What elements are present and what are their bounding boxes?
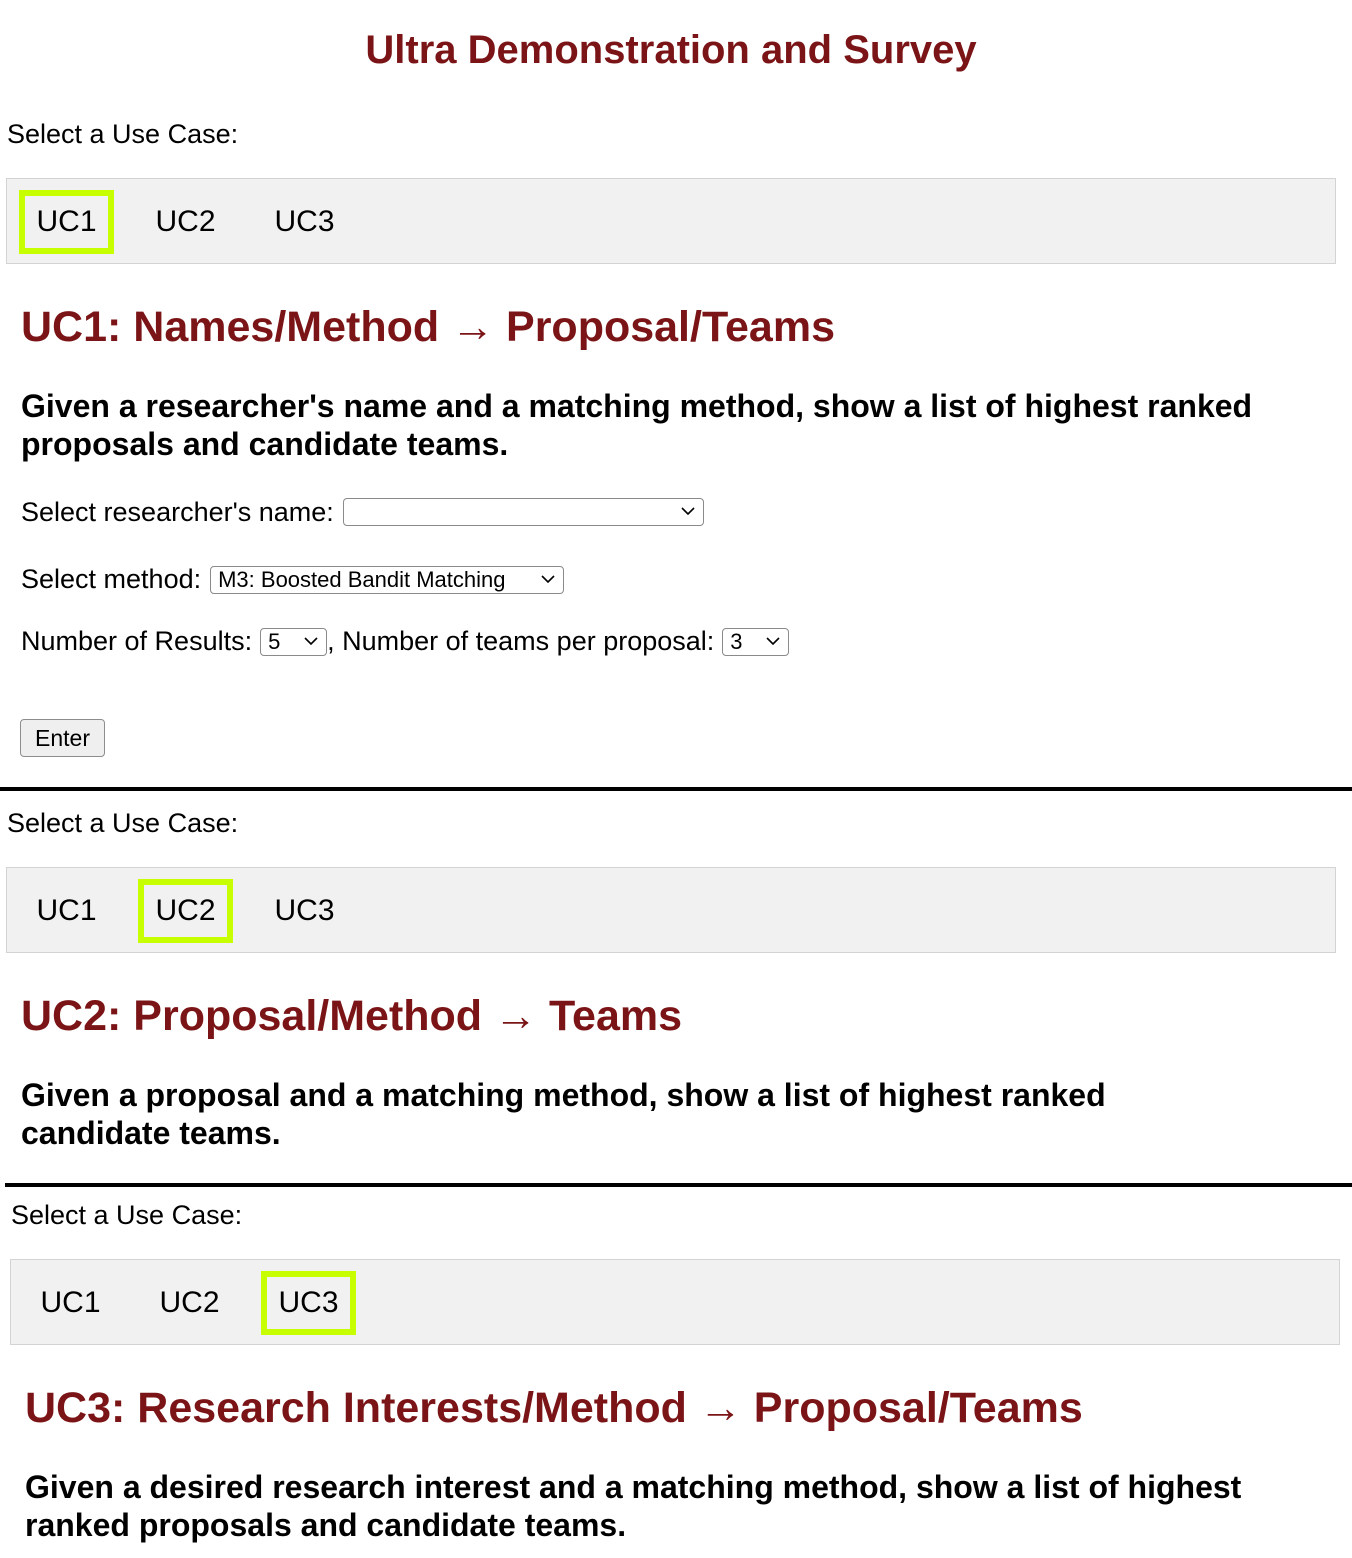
tab-uc1[interactable]: UC1 bbox=[19, 190, 114, 254]
select-use-case-label: Select a Use Case: bbox=[7, 808, 239, 838]
uc1-heading: UC1: Names/Method → Proposal/Teams bbox=[21, 303, 835, 351]
researcher-select[interactable] bbox=[342, 498, 704, 526]
method-row: Select method: M3: Boosted Bandit Matchi… bbox=[21, 563, 565, 595]
tab-uc2[interactable]: UC2 bbox=[138, 879, 233, 943]
tab-uc3[interactable]: UC3 bbox=[261, 1271, 356, 1335]
uc2-heading: UC2: Proposal/Method → Teams bbox=[21, 992, 683, 1040]
enter-button[interactable]: Enter bbox=[20, 719, 105, 757]
tab-uc1[interactable]: UC1 bbox=[19, 879, 114, 943]
results-label: Number of Results: bbox=[21, 626, 253, 656]
use-case-tabbar: UC1 UC2 UC3 bbox=[10, 1259, 1340, 1345]
teams-label: , Number of teams per proposal: bbox=[327, 626, 715, 656]
method-select-value: M3: Boosted Bandit Matching bbox=[218, 567, 506, 592]
select-use-case-label: Select a Use Case: bbox=[7, 119, 239, 149]
page-title: Ultra Demonstration and Survey bbox=[365, 28, 977, 72]
section-divider bbox=[5, 1183, 1352, 1187]
results-select-value: 5 bbox=[268, 629, 281, 654]
uc2-description: Given a proposal and a matching method, … bbox=[21, 1077, 1106, 1151]
tab-uc3[interactable]: UC3 bbox=[257, 190, 352, 254]
chevron-down-icon bbox=[681, 507, 695, 516]
tab-uc2[interactable]: UC2 bbox=[142, 1271, 237, 1335]
select-use-case-label: Select a Use Case: bbox=[11, 1200, 243, 1230]
teams-select[interactable]: 3 bbox=[722, 628, 790, 656]
method-select[interactable]: M3: Boosted Bandit Matching bbox=[210, 566, 565, 594]
use-case-tabbar: UC1 UC2 UC3 bbox=[6, 867, 1336, 953]
chevron-down-icon bbox=[541, 575, 555, 584]
chevron-down-icon bbox=[304, 637, 318, 646]
researcher-row: Select researcher's name: bbox=[21, 496, 704, 528]
method-label: Select method: bbox=[21, 564, 202, 594]
teams-select-value: 3 bbox=[730, 629, 743, 654]
tab-uc1[interactable]: UC1 bbox=[23, 1271, 118, 1335]
section-divider bbox=[0, 787, 1352, 791]
results-row: Number of Results: 5 , Number of teams p… bbox=[21, 625, 790, 657]
chevron-down-icon bbox=[766, 637, 780, 646]
uc3-heading: UC3: Research Interests/Method → Proposa… bbox=[25, 1384, 1083, 1432]
results-select[interactable]: 5 bbox=[260, 628, 328, 656]
tab-uc3[interactable]: UC3 bbox=[257, 879, 352, 943]
tab-uc2[interactable]: UC2 bbox=[138, 190, 233, 254]
uc3-description: Given a desired research interest and a … bbox=[25, 1469, 1242, 1543]
uc1-description: Given a researcher's name and a matching… bbox=[21, 388, 1253, 462]
researcher-label: Select researcher's name: bbox=[21, 497, 334, 527]
use-case-tabbar: UC1 UC2 UC3 bbox=[6, 178, 1336, 264]
